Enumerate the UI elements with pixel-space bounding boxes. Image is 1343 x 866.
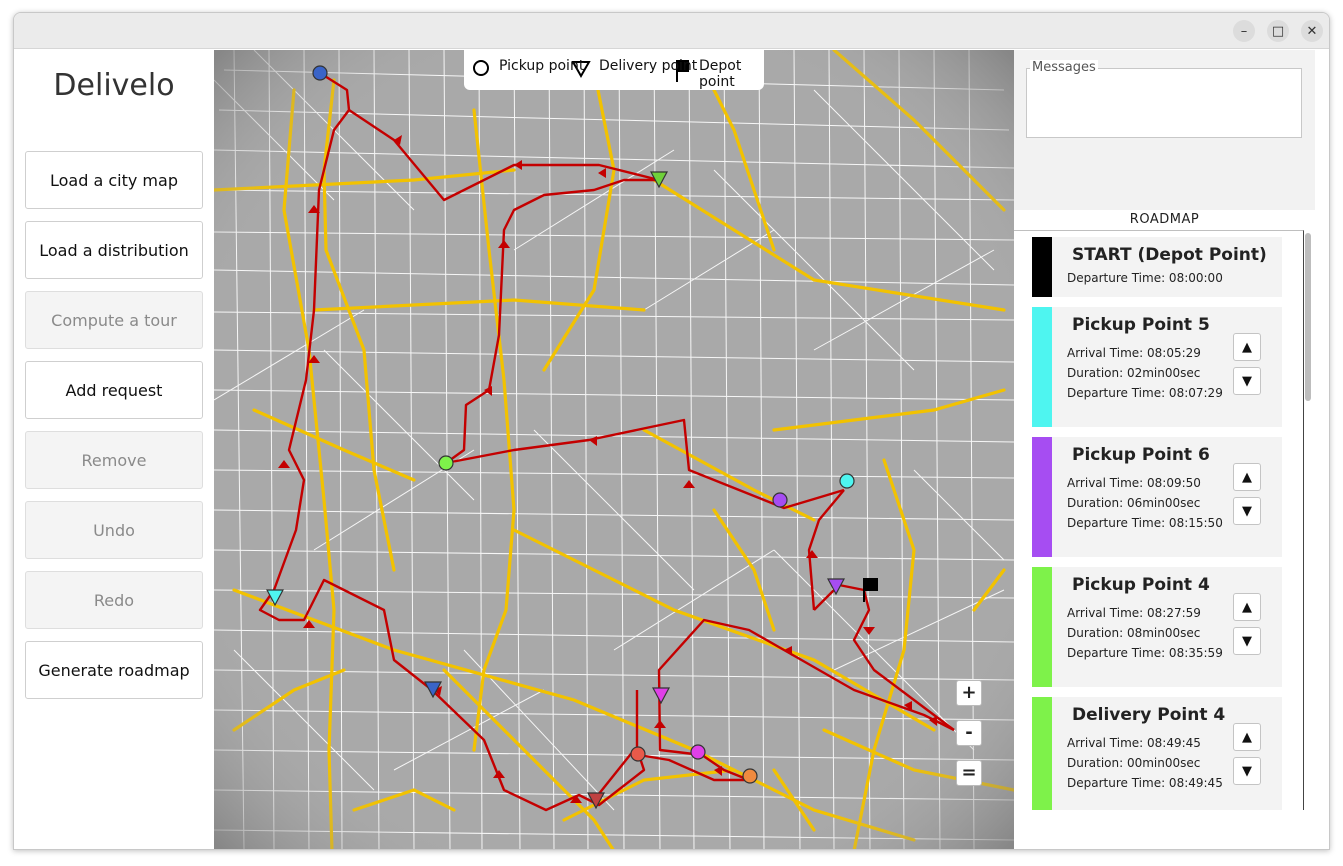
color-swatch — [1032, 437, 1052, 557]
color-swatch — [1032, 307, 1052, 427]
delivery-legend-label: Delivery point — [599, 58, 698, 74]
title-bar: – □ ✕ — [14, 13, 1329, 49]
roadmap-item-delivery-4: Delivery Point 4 Arrival Time: 08:49:45 … — [1032, 697, 1282, 810]
maximize-button[interactable]: □ — [1267, 20, 1289, 42]
move-down-button[interactable]: ▼ — [1233, 367, 1261, 395]
move-up-button[interactable]: ▲ — [1233, 593, 1261, 621]
roadmap-item-pickup-4: Pickup Point 4 Arrival Time: 08:27:59 Du… — [1032, 567, 1282, 687]
generate-roadmap-button[interactable]: Generate roadmap — [25, 641, 203, 699]
move-down-button[interactable]: ▼ — [1233, 757, 1261, 785]
pickup-marker-purple[interactable] — [772, 492, 788, 508]
city-map[interactable]: Pickup point Delivery point Depot point … — [214, 50, 1014, 850]
move-up-button[interactable]: ▲ — [1233, 333, 1261, 361]
roadmap-list[interactable]: START (Depot Point) Departure Time: 08:0… — [1014, 230, 1304, 810]
arrival-time: Arrival Time: 08:27:59 — [1067, 606, 1201, 620]
roadmap-item-pickup-5: Pickup Point 5 Arrival Time: 08:05:29 Du… — [1032, 307, 1282, 427]
app-window: – □ ✕ Delivelo Load a city map Load a di… — [13, 12, 1330, 850]
compute-tour-button[interactable]: Compute a tour — [25, 291, 203, 349]
departure-time: Departure Time: 08:00:00 — [1067, 271, 1223, 285]
pickup-marker-red[interactable] — [630, 746, 646, 762]
load-city-map-button[interactable]: Load a city map — [25, 151, 203, 209]
messages-field[interactable] — [1026, 68, 1302, 138]
depot-legend-label: Depot point — [699, 58, 742, 90]
roadmap-title: ROADMAP — [1129, 212, 1200, 227]
map-canvas[interactable] — [214, 50, 1014, 850]
roadmap-item-pickup-6: Pickup Point 6 Arrival Time: 08:09:50 Du… — [1032, 437, 1282, 557]
pickup-legend-label: Pickup point — [499, 58, 585, 74]
departure-time: Departure Time: 08:35:59 — [1067, 646, 1223, 660]
app-title: Delivelo — [53, 68, 175, 103]
roadmap-scrollbar[interactable] — [1305, 233, 1311, 401]
redo-button[interactable]: Redo — [25, 571, 203, 629]
roadmap-item-title: Pickup Point 5 — [1072, 315, 1210, 335]
arrival-time: Arrival Time: 08:09:50 — [1067, 476, 1201, 490]
roadmap-item-title: Pickup Point 6 — [1072, 445, 1210, 465]
roadmap-item-title: Pickup Point 4 — [1072, 575, 1210, 595]
messages-panel: Messages — [1014, 50, 1315, 210]
sidebar: Delivelo Load a city map Load a distribu… — [14, 50, 214, 849]
messages-label: Messages — [1030, 60, 1098, 75]
duration: Duration: 06min00sec — [1067, 496, 1201, 510]
departure-time: Departure Time: 08:07:29 — [1067, 386, 1223, 400]
arrival-time: Arrival Time: 08:49:45 — [1067, 736, 1201, 750]
minimize-button[interactable]: – — [1233, 20, 1255, 42]
departure-time: Departure Time: 08:15:50 — [1067, 516, 1223, 530]
roadmap-item-title: START (Depot Point) — [1072, 245, 1267, 265]
roadmap-item-start: START (Depot Point) Departure Time: 08:0… — [1032, 237, 1282, 297]
duration: Duration: 00min00sec — [1067, 756, 1201, 770]
move-down-button[interactable]: ▼ — [1233, 497, 1261, 525]
color-swatch — [1032, 697, 1052, 810]
arrival-time: Arrival Time: 08:05:29 — [1067, 346, 1201, 360]
pickup-marker-cyan[interactable] — [839, 473, 855, 489]
zoom-in-button[interactable]: + — [956, 680, 982, 706]
pickup-legend-icon — [473, 60, 489, 76]
color-swatch — [1032, 237, 1052, 297]
zoom-out-button[interactable]: - — [956, 720, 982, 746]
move-up-button[interactable]: ▲ — [1233, 723, 1261, 751]
right-panel: Messages ROADMAP START (Depot Point) Dep… — [1014, 50, 1329, 849]
undo-button[interactable]: Undo — [25, 501, 203, 559]
move-down-button[interactable]: ▼ — [1233, 627, 1261, 655]
pickup-marker-blue[interactable] — [312, 65, 328, 81]
pickup-marker-green[interactable] — [438, 455, 454, 471]
zoom-reset-button[interactable]: = — [956, 760, 982, 786]
pickup-marker-magenta[interactable] — [690, 744, 706, 760]
add-request-button[interactable]: Add request — [25, 361, 203, 419]
departure-time: Departure Time: 08:49:45 — [1067, 776, 1223, 790]
color-swatch — [1032, 567, 1052, 687]
close-button[interactable]: ✕ — [1301, 20, 1323, 42]
duration: Duration: 02min00sec — [1067, 366, 1201, 380]
pickup-marker-orange[interactable] — [742, 768, 758, 784]
roadmap-item-title: Delivery Point 4 — [1072, 705, 1226, 725]
map-legend: Pickup point Delivery point Depot point — [464, 50, 764, 90]
load-distribution-button[interactable]: Load a distribution — [25, 221, 203, 279]
duration: Duration: 08min00sec — [1067, 626, 1201, 640]
remove-button[interactable]: Remove — [25, 431, 203, 489]
move-up-button[interactable]: ▲ — [1233, 463, 1261, 491]
